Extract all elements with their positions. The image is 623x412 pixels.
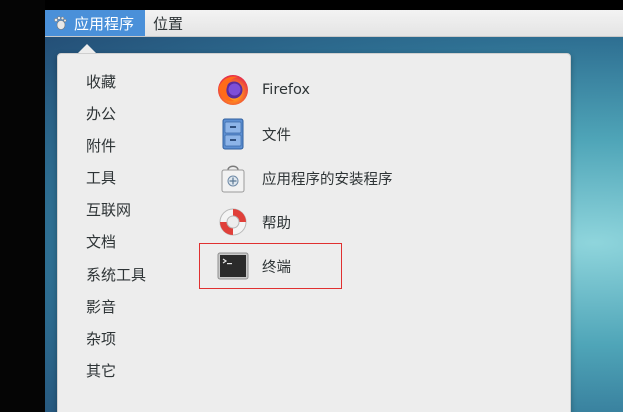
app-item-firefox[interactable]: Firefox (200, 68, 341, 112)
category-office[interactable]: 办公 (86, 98, 146, 130)
app-item-terminal[interactable]: 终端 (199, 243, 342, 289)
top-black-bar (0, 0, 623, 10)
app-label-files: 文件 (262, 127, 291, 144)
app-label-help: 帮助 (262, 215, 291, 232)
category-other[interactable]: 其它 (86, 355, 146, 387)
category-favorites[interactable]: 收藏 (86, 66, 146, 98)
applications-label: 应用程序 (74, 14, 135, 33)
terminal-icon (216, 249, 250, 283)
category-internet[interactable]: 互联网 (86, 194, 146, 226)
category-utilities[interactable]: 工具 (86, 162, 146, 194)
lifebuoy-icon (216, 205, 250, 239)
category-list: 收藏 办公 附件 工具 互联网 文档 系统工具 影音 杂项 其它 (86, 66, 146, 387)
app-list: Firefox 文件 应用程序的安装程序 帮助 终端 (199, 68, 393, 289)
category-accessories[interactable]: 附件 (86, 130, 146, 162)
firefox-icon (216, 73, 250, 107)
top-panel: 应用程序 位置 (45, 10, 623, 37)
app-label-software-installer: 应用程序的安装程序 (262, 171, 393, 188)
left-black-strip (0, 0, 45, 412)
places-label: 位置 (153, 14, 184, 33)
category-sound-video[interactable]: 影音 (86, 291, 146, 323)
app-item-software-installer[interactable]: 应用程序的安装程序 (200, 156, 393, 200)
desktop-screen: 应用程序 位置 收藏 办公 附件 工具 互联网 文档 系统工具 影音 杂项 其它 (0, 0, 623, 412)
menu-pointer-arrow (78, 44, 96, 53)
app-label-firefox: Firefox (262, 82, 310, 98)
category-documents[interactable]: 文档 (86, 226, 146, 258)
applications-menu-button[interactable]: 应用程序 (45, 10, 146, 36)
gnome-foot-icon (53, 16, 67, 30)
places-menu-button[interactable]: 位置 (145, 10, 194, 36)
category-system-tools[interactable]: 系统工具 (86, 259, 146, 291)
app-label-terminal: 终端 (262, 259, 291, 276)
app-item-files[interactable]: 文件 (200, 112, 341, 156)
app-item-help[interactable]: 帮助 (200, 200, 341, 244)
category-sundry[interactable]: 杂项 (86, 323, 146, 355)
file-cabinet-icon (216, 117, 250, 151)
software-bag-icon (216, 161, 250, 195)
